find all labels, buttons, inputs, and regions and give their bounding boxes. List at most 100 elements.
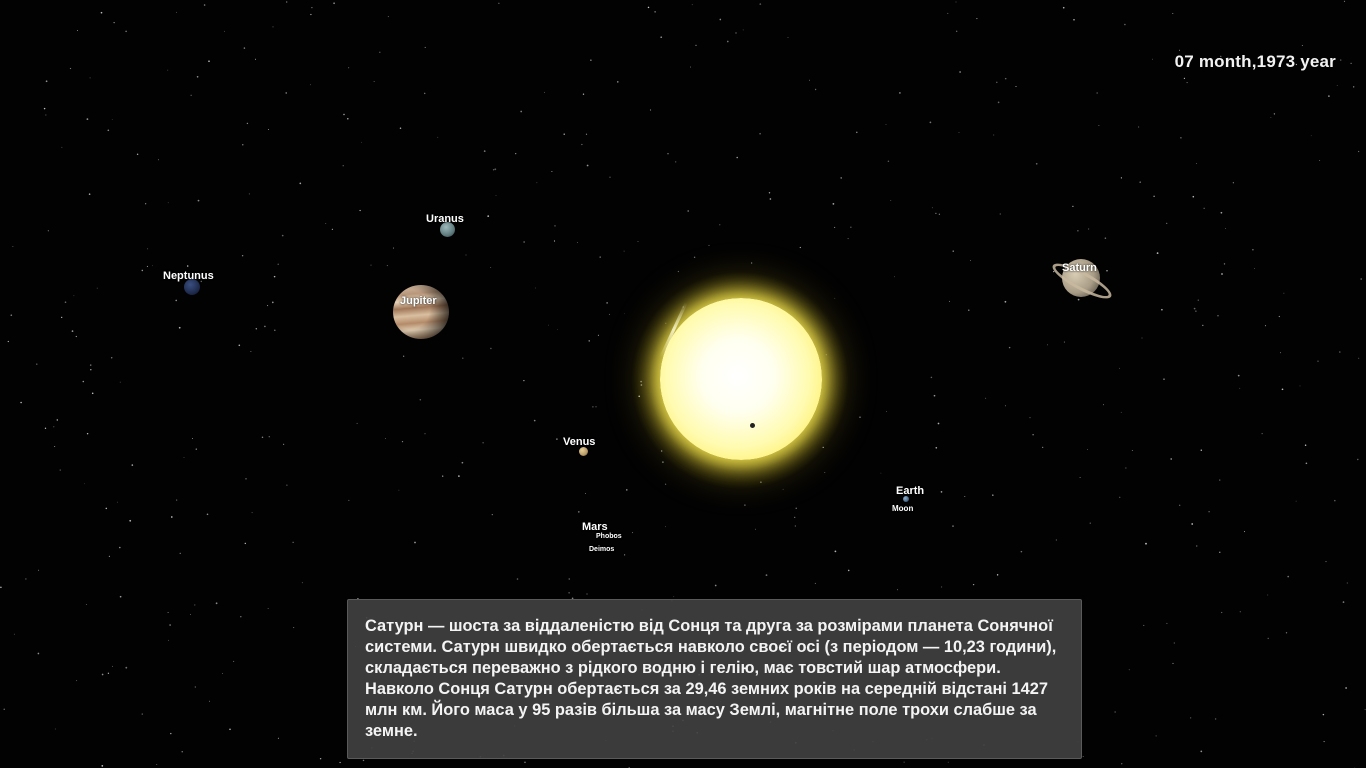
star	[1264, 325, 1267, 327]
star	[947, 12, 949, 14]
star	[795, 507, 797, 509]
star	[976, 18, 978, 20]
star	[442, 475, 444, 477]
uranus-label[interactable]: Uranus	[426, 213, 464, 225]
star	[373, 81, 375, 82]
star	[1301, 45, 1303, 46]
star	[568, 592, 570, 594]
sun[interactable]	[660, 298, 822, 460]
star	[1163, 378, 1165, 380]
star	[117, 501, 118, 503]
jupiter-planet[interactable]	[393, 285, 449, 339]
star	[581, 143, 583, 146]
star	[3, 708, 5, 710]
deimos-label[interactable]: Deimos	[589, 546, 614, 553]
star	[45, 114, 47, 116]
star	[1317, 360, 1319, 362]
venus-planet[interactable]	[579, 447, 588, 456]
star	[993, 134, 995, 136]
star	[624, 313, 625, 315]
star	[1042, 446, 1044, 448]
star	[119, 546, 121, 549]
star	[286, 484, 288, 486]
star	[1166, 622, 1168, 625]
star	[491, 513, 493, 516]
star	[952, 250, 954, 252]
star	[1152, 58, 1153, 60]
star	[1202, 324, 1204, 327]
star	[267, 305, 269, 307]
star	[37, 652, 40, 655]
star	[840, 177, 843, 179]
star	[261, 436, 264, 438]
neptunus-label[interactable]: Neptunus	[163, 270, 214, 282]
star	[1141, 337, 1143, 339]
star	[254, 58, 257, 60]
star	[101, 673, 104, 676]
star	[54, 446, 56, 447]
star	[1319, 160, 1321, 162]
star	[930, 376, 933, 379]
star	[494, 168, 497, 171]
star	[554, 225, 556, 227]
star	[186, 265, 189, 267]
star	[1055, 539, 1058, 541]
earth-label[interactable]: Earth	[896, 485, 924, 497]
star	[557, 328, 558, 330]
phobos-label[interactable]: Phobos	[596, 533, 622, 540]
mars-label[interactable]: Mars	[582, 521, 608, 533]
star	[1338, 351, 1341, 353]
star	[1196, 163, 1198, 164]
star	[76, 29, 79, 32]
star	[401, 440, 404, 443]
star	[814, 88, 817, 91]
saturn-label[interactable]: Saturn	[1062, 262, 1097, 274]
star	[181, 751, 183, 753]
star	[832, 203, 835, 205]
star	[834, 226, 836, 228]
star	[834, 550, 837, 553]
star	[342, 165, 344, 167]
star	[1360, 278, 1362, 280]
star	[1287, 575, 1290, 578]
star	[799, 246, 801, 249]
star	[178, 326, 181, 329]
star	[719, 18, 722, 21]
star	[71, 330, 74, 332]
star	[759, 132, 761, 135]
star	[348, 499, 350, 501]
star	[1336, 85, 1338, 86]
star	[331, 228, 333, 230]
star	[274, 329, 276, 331]
star	[1219, 479, 1221, 481]
star	[1200, 449, 1203, 451]
star	[251, 512, 253, 514]
star	[107, 672, 110, 674]
star	[56, 419, 59, 421]
solar-system-viewport[interactable]: 07 month,1973 year Uranus Neptunus Jupit…	[0, 0, 1366, 768]
star	[96, 287, 98, 289]
star	[1020, 550, 1023, 553]
star	[1088, 228, 1090, 230]
star	[267, 608, 269, 609]
star	[992, 494, 994, 496]
star	[147, 248, 149, 250]
star	[673, 596, 675, 598]
star	[325, 223, 327, 224]
star	[814, 582, 816, 584]
star	[1062, 6, 1065, 9]
star	[7, 340, 9, 343]
star	[744, 504, 746, 506]
star	[1200, 750, 1203, 753]
star	[1029, 417, 1031, 419]
star	[176, 499, 178, 501]
star	[399, 127, 402, 129]
star	[462, 357, 464, 359]
star	[856, 131, 858, 134]
star	[240, 615, 242, 618]
star	[577, 242, 578, 244]
jupiter-label[interactable]: Jupiter	[400, 295, 437, 307]
venus-label[interactable]: Venus	[563, 436, 595, 448]
star	[100, 11, 103, 14]
moon-label[interactable]: Moon	[892, 504, 913, 513]
